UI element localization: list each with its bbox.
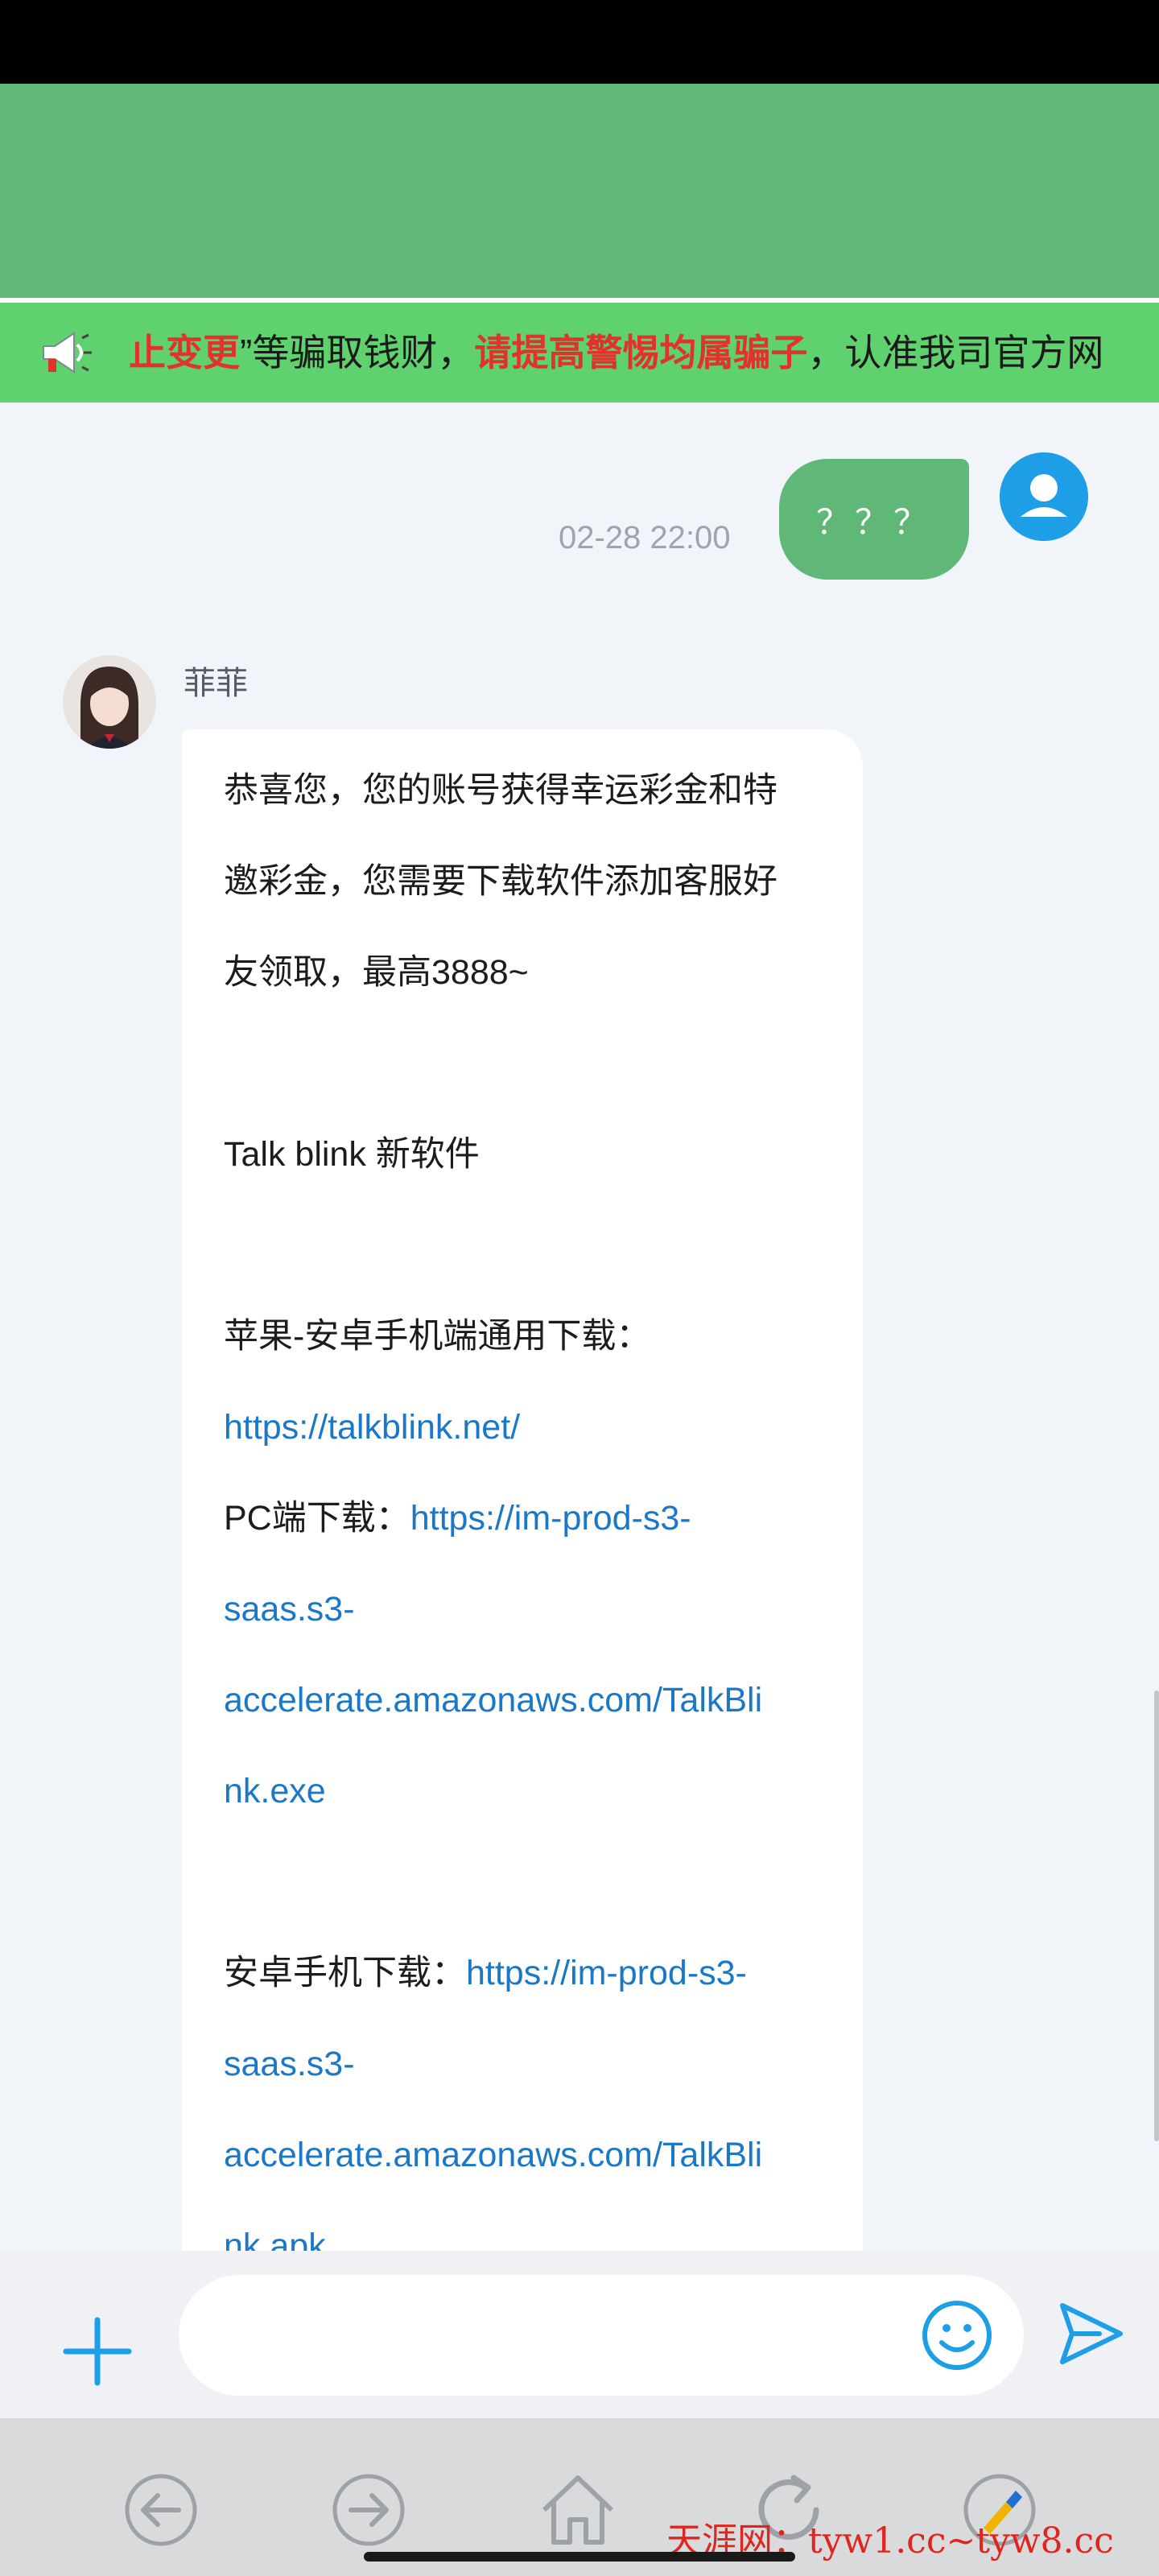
message-line: PC端下载：https://im-prod-s3-	[224, 1473, 823, 1564]
smiley-icon[interactable]	[919, 2297, 995, 2373]
home-indicator[interactable]	[364, 2552, 795, 2562]
download-link-android[interactable]: accelerate.amazonaws.com/TalkBli	[224, 2136, 762, 2174]
message-line: 友领取，最高3888~	[224, 927, 823, 1018]
send-arrow-icon[interactable]	[1054, 2297, 1127, 2370]
message-text: 安卓手机下载：	[224, 1954, 466, 1992]
scrollbar-thumb[interactable]	[1154, 1690, 1159, 2141]
home-icon[interactable]	[538, 2470, 618, 2550]
message-input-bar	[0, 2251, 1159, 2418]
notice-bar[interactable]: 止变更”等骗取钱财，请提高警惕均属骗子，认准我司官方网	[0, 303, 1159, 402]
agent-name: 菲菲	[184, 666, 248, 701]
notice-segment-2: ”等骗取钱财，	[240, 332, 475, 374]
notice-red-1: 止变更	[129, 332, 240, 374]
message-line: saas.s3-	[224, 1564, 823, 1655]
message-line: nk.apk	[224, 2201, 823, 2251]
megaphone-icon	[43, 332, 92, 374]
download-link-universal[interactable]: https://talkblink.net/	[224, 1408, 520, 1447]
message-text: 恭喜您，您的账号获得幸运彩金和特	[224, 771, 777, 810]
sent-message-bubble[interactable]: ？？？	[779, 459, 969, 580]
download-link-android[interactable]: saas.s3-	[224, 2045, 355, 2083]
received-message-bubble[interactable]: 恭喜您，您的账号获得幸运彩金和特 邀彩金，您需要下载软件添加客服好 友领取，最高…	[182, 729, 863, 2251]
download-link-android[interactable]: https://im-prod-s3-	[466, 1954, 747, 1992]
notice-text: 止变更”等骗取钱财，请提高警惕均属骗子，认准我司官方网	[129, 320, 1103, 385]
plus-icon[interactable]	[61, 2315, 134, 2388]
sent-timestamp: 02-28 22:00	[559, 520, 731, 555]
forward-arrow-icon[interactable]	[328, 2470, 409, 2550]
message-line: saas.s3-	[224, 2019, 823, 2110]
message-line: accelerate.amazonaws.com/TalkBli	[224, 1655, 823, 1746]
download-link-pc[interactable]: nk.exe	[224, 1772, 326, 1810]
download-link-android[interactable]: nk.apk	[224, 2227, 326, 2251]
message-line: 苹果-安卓手机端通用下载：	[224, 1291, 823, 1382]
download-link-pc[interactable]: accelerate.amazonaws.com/TalkBli	[224, 1681, 762, 1719]
browser-nav-bar: 天涯网：tyw1.cc~tyw8.cc	[0, 2418, 1159, 2576]
message-text: Talk blink 新软件	[224, 1135, 480, 1174]
message-line: https://talkblink.net/	[224, 1382, 823, 1473]
agent-avatar[interactable]	[63, 655, 156, 749]
header-band	[0, 84, 1159, 298]
message-line: accelerate.amazonaws.com/TalkBli	[224, 2110, 823, 2201]
message-input[interactable]	[179, 2275, 1024, 2396]
message-text: 友领取，最高3888~	[224, 953, 529, 992]
message-text: PC端下载：	[224, 1499, 410, 1538]
user-icon[interactable]	[1000, 452, 1088, 541]
status-bar	[0, 0, 1159, 84]
message-line: 安卓手机下载：https://im-prod-s3-	[224, 1928, 823, 2019]
message-line: Talk blink 新软件	[224, 1109, 823, 1200]
download-link-pc[interactable]: https://im-prod-s3-	[410, 1499, 691, 1538]
chat-area[interactable]: 02-28 22:00 ？？？ 菲菲 恭喜您，您的账号获得幸运彩金和特 邀彩金，…	[0, 402, 1159, 2251]
message-line: 恭喜您，您的账号获得幸运彩金和特	[224, 745, 823, 836]
notice-red-2: 请提高警惕均属骗子	[474, 332, 808, 374]
back-arrow-icon[interactable]	[121, 2470, 201, 2550]
message-text: 邀彩金，您需要下载软件添加客服好	[224, 862, 777, 901]
notice-segment-4: ，认准我司官方网	[807, 332, 1104, 374]
download-link-pc[interactable]: saas.s3-	[224, 1590, 355, 1629]
message-text: 苹果-安卓手机端通用下载：	[224, 1317, 651, 1356]
message-line: 邀彩金，您需要下载软件添加客服好	[224, 836, 823, 927]
message-line: nk.exe	[224, 1746, 823, 1837]
